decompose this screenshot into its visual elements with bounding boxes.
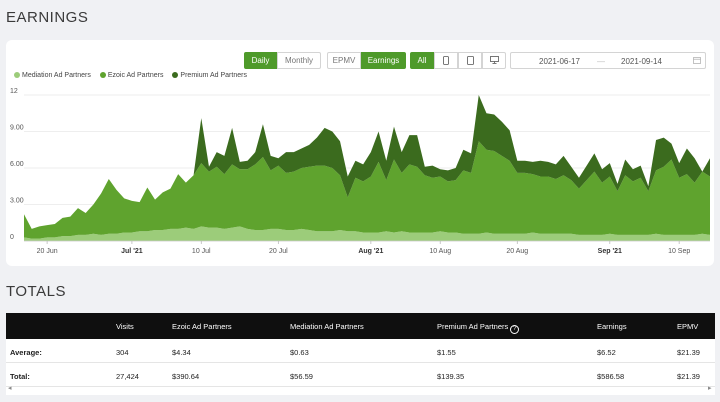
cell-ezoic: $4.34 <box>172 348 191 357</box>
cell-mediation: $0.63 <box>290 348 309 357</box>
y-tick-label: 9.00 <box>10 125 24 132</box>
col-header-premium[interactable]: Premium Ad Partners? <box>437 322 520 334</box>
totals-section-title: TOTALS <box>6 283 66 300</box>
cell-earnings: $6.52 <box>597 348 616 357</box>
x-tick-label: 20 Jun <box>37 248 58 255</box>
x-tick-label: Jul '21 <box>121 248 143 255</box>
earnings-chart-card: Daily Monthly EPMV Earnings All 2021-06-… <box>6 40 714 266</box>
cell-premium: $139.35 <box>437 372 465 381</box>
y-tick-label: 0 <box>10 234 14 241</box>
col-header-mediation[interactable]: Mediation Ad Partners <box>290 322 364 331</box>
row-label: Average: <box>10 348 42 357</box>
cell-epmv: $21.39 <box>677 348 700 357</box>
table-header: Visits Ezoic Ad Partners Mediation Ad Pa… <box>6 313 715 339</box>
cell-ezoic: $390.64 <box>172 372 200 381</box>
scroll-left-arrow[interactable]: ◂ <box>8 384 12 392</box>
col-header-epmv[interactable]: EPMV <box>677 322 698 331</box>
y-tick-label: 6.00 <box>10 161 24 168</box>
y-tick-label: 3.00 <box>10 198 24 205</box>
col-header-earnings[interactable]: Earnings <box>597 322 627 331</box>
x-tick-label: 10 Jul <box>192 248 211 255</box>
col-header-premium-label: Premium Ad Partners <box>437 322 509 331</box>
earnings-section-title: EARNINGS <box>6 9 89 26</box>
x-tick-label: Sep '21 <box>598 248 622 255</box>
cell-epmv: $21.39 <box>677 372 700 381</box>
x-tick-label: 20 Jul <box>269 248 288 255</box>
y-tick-label: 12 <box>10 88 18 95</box>
earnings-chart: 0 3.00 6.00 9.00 12 20 Jun Jul '21 10 Jul 20 Jul… <box>10 88 710 255</box>
x-tick-label: Aug '21 <box>358 248 383 255</box>
row-label: Total: <box>10 372 30 381</box>
cell-mediation: $56.59 <box>290 372 313 381</box>
x-tick-label: 20 Aug <box>506 248 528 255</box>
col-header-visits[interactable]: Visits <box>116 322 134 331</box>
cell-visits: 27,424 <box>116 372 139 381</box>
table-row: Average: 304 $4.34 $0.63 $1.55 $6.52 $21… <box>6 339 715 363</box>
x-tick-label: 10 Sep <box>668 248 690 255</box>
totals-table: Visits Ezoic Ad Partners Mediation Ad Pa… <box>6 313 715 395</box>
table-row: Total: 27,424 $390.64 $56.59 $139.35 $58… <box>6 363 715 387</box>
area-ezoic[interactable] <box>24 141 710 239</box>
cell-premium: $1.55 <box>437 348 456 357</box>
col-header-ezoic[interactable]: Ezoic Ad Partners <box>172 322 232 331</box>
cell-earnings: $586.58 <box>597 372 625 381</box>
scroll-right-arrow[interactable]: ▸ <box>708 384 712 392</box>
help-icon[interactable]: ? <box>510 325 520 334</box>
x-tick-label: 10 Aug <box>429 248 451 255</box>
cell-visits: 304 <box>116 348 129 357</box>
